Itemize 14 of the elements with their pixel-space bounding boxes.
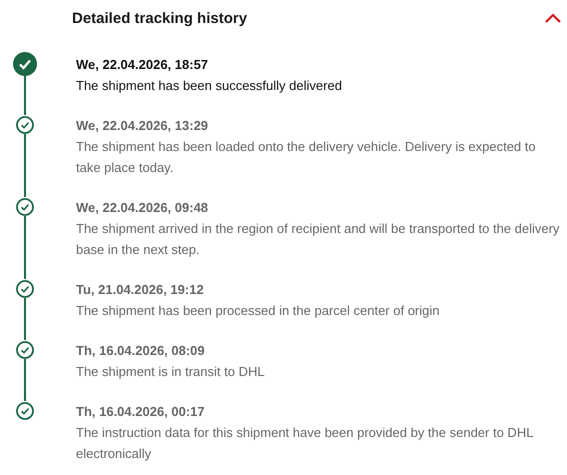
chevron-up-icon[interactable]	[545, 13, 561, 23]
event-date: Th, 16.04.2026, 08:09	[76, 342, 206, 360]
event-date: We, 22.04.2026, 09:48	[76, 199, 210, 217]
event-description: The shipment is in transit to DHL	[76, 363, 266, 381]
event-description: The shipment has been successfully delivered	[76, 77, 343, 95]
event-description: The shipment arrived in the region of recipient and will be transported to the delivery base in the next step.	[76, 220, 560, 259]
event-date: We, 22.04.2026, 13:29	[76, 117, 210, 135]
event-date: Tu, 21.04.2026, 19:12	[76, 281, 205, 299]
section-title: Detailed tracking history	[72, 10, 248, 26]
event-date: We, 22.04.2026, 18:57	[76, 56, 210, 74]
event-description: The shipment has been loaded onto the delivery vehicle. Delivery is expected to take place today.	[76, 138, 537, 177]
event-date: Th, 16.04.2026, 00:17	[76, 403, 206, 421]
event-description: The instruction data for this shipment have been provided by the sender to DHL electronically	[76, 424, 534, 463]
event-description: The shipment has been processed in the parcel center of origin	[76, 302, 440, 320]
